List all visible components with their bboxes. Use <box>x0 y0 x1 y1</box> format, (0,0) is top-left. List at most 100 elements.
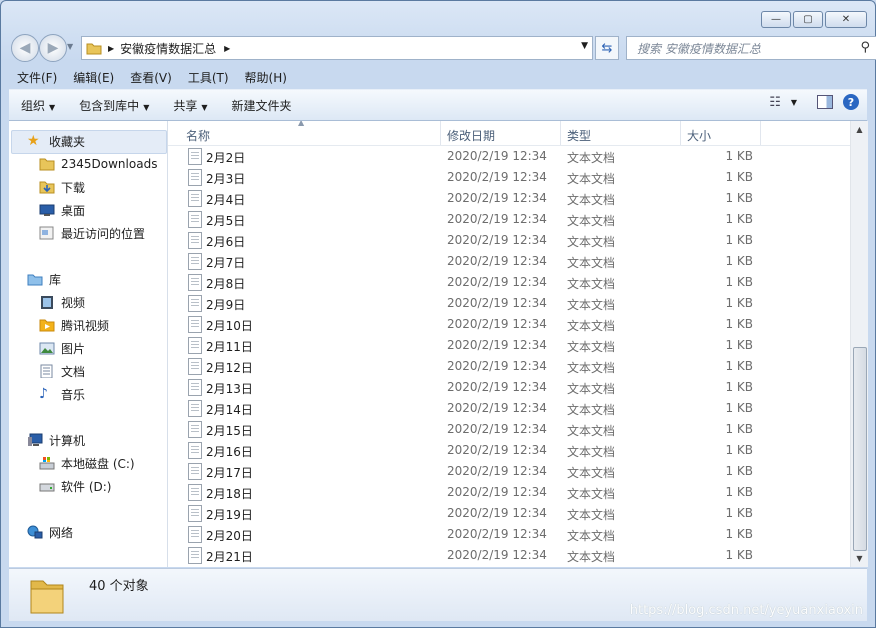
new-folder-button[interactable]: 新建文件夹 <box>220 97 304 114</box>
file-type: 文本文档 <box>567 319 616 333</box>
file-name: 2月19日 <box>206 508 253 522</box>
file-row[interactable]: 2月16日 2020/2/19 12:34 文本文档 1 KB <box>168 440 850 461</box>
sidebar-item-favorites[interactable]: ★ 收藏夹 <box>27 131 85 151</box>
file-name: 2月11日 <box>206 340 253 354</box>
file-name: 2月12日 <box>206 361 253 375</box>
file-row[interactable]: 2月7日 2020/2/19 12:34 文本文档 1 KB <box>168 251 850 272</box>
file-row[interactable]: 2月19日 2020/2/19 12:34 文本文档 1 KB <box>168 503 850 524</box>
sidebar-item-downloads[interactable]: 下载 <box>39 177 85 197</box>
sidebar-item-pictures[interactable]: 图片 <box>39 338 85 358</box>
file-name: 2月21日 <box>206 550 253 564</box>
recent-pages-dropdown[interactable]: ▼ <box>67 42 73 51</box>
sidebar-item-documents[interactable]: 文档 <box>39 361 85 381</box>
file-row[interactable]: 2月9日 2020/2/19 12:34 文本文档 1 KB <box>168 293 850 314</box>
scroll-up-icon[interactable]: ▲ <box>851 121 868 138</box>
file-row[interactable]: 2月8日 2020/2/19 12:34 文本文档 1 KB <box>168 272 850 293</box>
maximize-button[interactable]: ▢ <box>793 11 823 28</box>
file-type: 文本文档 <box>567 214 616 228</box>
address-dropdown-icon[interactable]: ▼ <box>581 41 588 51</box>
file-row[interactable]: 2月4日 2020/2/19 12:34 文本文档 1 KB <box>168 188 850 209</box>
file-type: 文本文档 <box>567 298 616 312</box>
folder-icon <box>86 43 102 55</box>
sidebar-item-drive-c[interactable]: 本地磁盘 (C:) <box>39 453 135 473</box>
vertical-scrollbar[interactable]: ▲ ▼ <box>850 121 868 567</box>
column-name[interactable]: 名称 <box>186 127 210 144</box>
file-row[interactable]: 2月3日 2020/2/19 12:34 文本文档 1 KB <box>168 167 850 188</box>
column-divider[interactable] <box>680 121 681 145</box>
refresh-button[interactable]: ⇆ <box>595 36 619 60</box>
file-row[interactable]: 2月21日 2020/2/19 12:34 文本文档 1 KB <box>168 545 850 566</box>
search-input[interactable]: 搜索 安徽疫情数据汇总 ⚲ <box>626 36 876 60</box>
file-row[interactable]: 2月10日 2020/2/19 12:34 文本文档 1 KB <box>168 314 850 335</box>
text-file-icon <box>188 232 202 249</box>
menu-edit[interactable]: 编辑(E) <box>65 69 122 86</box>
file-type: 文本文档 <box>567 445 616 459</box>
file-row[interactable]: 2月12日 2020/2/19 12:34 文本文档 1 KB <box>168 356 850 377</box>
sidebar-item-tencent-video[interactable]: 腾讯视频 <box>39 315 109 335</box>
file-type: 文本文档 <box>567 424 616 438</box>
computer-icon <box>28 433 43 446</box>
column-divider[interactable] <box>560 121 561 145</box>
sidebar-item-label: 下载 <box>61 180 86 195</box>
menu-view[interactable]: 查看(V) <box>122 69 180 86</box>
sidebar-item-network[interactable]: 网络 <box>27 522 73 542</box>
sidebar-item-videos[interactable]: 视频 <box>39 292 85 312</box>
column-size[interactable]: 大小 <box>687 127 711 144</box>
file-row[interactable]: 2月5日 2020/2/19 12:34 文本文档 1 KB <box>168 209 850 230</box>
sidebar-item-label: 网络 <box>49 525 74 540</box>
sort-ascending-icon: ▲ <box>298 121 305 127</box>
include-in-library-button[interactable]: 包含到库中 ▼ <box>67 97 161 114</box>
search-icon[interactable]: ⚲ <box>860 40 870 55</box>
sidebar-item-recent-places[interactable]: 最近访问的位置 <box>39 223 145 243</box>
file-size: 1 KB <box>725 317 753 331</box>
file-row[interactable]: 2月14日 2020/2/19 12:34 文本文档 1 KB <box>168 398 850 419</box>
file-size: 1 KB <box>725 170 753 184</box>
sidebar-item-drive-d[interactable]: 软件 (D:) <box>39 476 111 496</box>
sidebar-item-computer[interactable]: 计算机 <box>27 430 85 450</box>
file-row[interactable]: 2月2日 2020/2/19 12:34 文本文档 1 KB <box>168 146 850 167</box>
file-row[interactable]: 2月20日 2020/2/19 12:34 文本文档 1 KB <box>168 524 850 545</box>
chevron-down-icon[interactable]: ▼ <box>791 98 797 107</box>
sidebar-item-desktop[interactable]: 桌面 <box>39 200 85 220</box>
column-date[interactable]: 修改日期 <box>447 127 495 144</box>
sidebar-item-libraries[interactable]: 库 <box>27 269 61 289</box>
organize-button[interactable]: 组织 ▼ <box>9 97 67 114</box>
sidebar-item-music[interactable]: ♪ 音乐 <box>39 384 85 404</box>
back-button[interactable]: ◀ <box>11 34 39 62</box>
menu-file[interactable]: 文件(F) <box>9 69 65 86</box>
view-controls: ☷ ▼ ? <box>769 94 859 110</box>
help-icon[interactable]: ? <box>843 94 859 110</box>
file-row[interactable]: 2月13日 2020/2/19 12:34 文本文档 1 KB <box>168 377 850 398</box>
text-file-icon <box>188 526 202 543</box>
close-button[interactable]: ✕ <box>825 11 867 28</box>
menu-tools[interactable]: 工具(T) <box>180 69 237 86</box>
file-date: 2020/2/19 12:34 <box>447 380 547 394</box>
file-size: 1 KB <box>725 191 753 205</box>
menu-help[interactable]: 帮助(H) <box>237 69 295 86</box>
file-type: 文本文档 <box>567 340 616 354</box>
address-bar[interactable]: ▶ 安徽疫情数据汇总 ▶ ▼ <box>81 36 593 60</box>
file-row[interactable]: 2月17日 2020/2/19 12:34 文本文档 1 KB <box>168 461 850 482</box>
preview-pane-icon[interactable] <box>817 95 833 109</box>
file-row[interactable]: 2月6日 2020/2/19 12:34 文本文档 1 KB <box>168 230 850 251</box>
minimize-button[interactable]: — <box>761 11 791 28</box>
address-path[interactable]: 安徽疫情数据汇总 <box>120 40 216 57</box>
text-file-icon <box>188 463 202 480</box>
file-row[interactable]: 2月15日 2020/2/19 12:34 文本文档 1 KB <box>168 419 850 440</box>
column-type[interactable]: 类型 <box>567 127 591 144</box>
chevron-down-icon: ▼ <box>143 102 150 112</box>
view-options-icon[interactable]: ☷ <box>769 95 781 110</box>
file-row[interactable]: 2月11日 2020/2/19 12:34 文本文档 1 KB <box>168 335 850 356</box>
column-divider[interactable] <box>440 121 441 145</box>
forward-button[interactable]: ▶ <box>39 34 67 62</box>
scroll-down-icon[interactable]: ▼ <box>851 550 868 567</box>
text-file-icon <box>188 358 202 375</box>
column-divider[interactable] <box>760 121 761 145</box>
scroll-thumb[interactable] <box>853 347 867 551</box>
file-list: ▲ 名称 修改日期 类型 大小 2月2日 2020/2/19 12:34 文本文档 1… <box>168 121 850 567</box>
sidebar-item-2345downloads[interactable]: 2345Downloads <box>39 154 157 174</box>
command-bar: 组织 ▼ 包含到库中 ▼ 共享 ▼ 新建文件夹 ☷ ▼ ? <box>9 89 867 121</box>
file-row[interactable]: 2月18日 2020/2/19 12:34 文本文档 1 KB <box>168 482 850 503</box>
file-name: 2月8日 <box>206 277 246 291</box>
share-button[interactable]: 共享 ▼ <box>161 97 219 114</box>
